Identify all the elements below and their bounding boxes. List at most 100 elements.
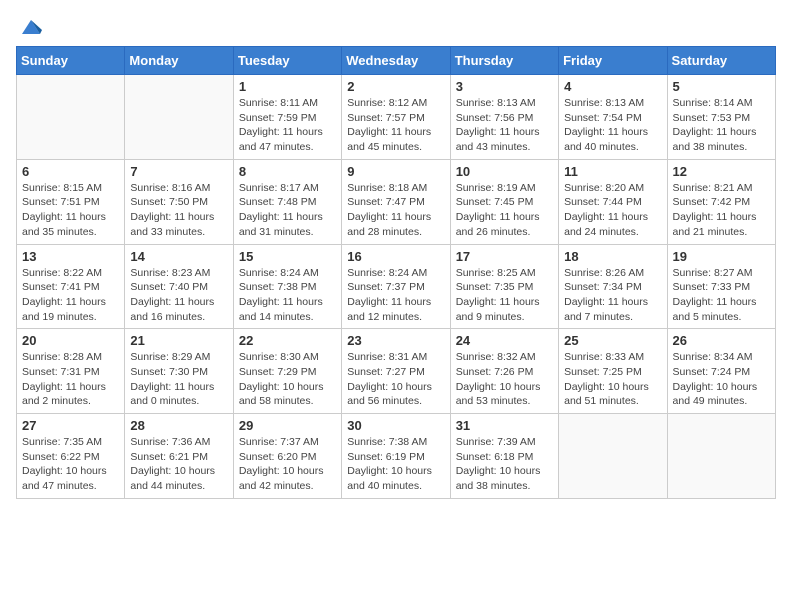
day-info: Sunrise: 7:39 AM Sunset: 6:18 PM Dayligh… xyxy=(456,435,553,494)
day-info: Sunrise: 8:23 AM Sunset: 7:40 PM Dayligh… xyxy=(130,266,227,325)
calendar-day-cell: 27Sunrise: 7:35 AM Sunset: 6:22 PM Dayli… xyxy=(17,414,125,499)
day-info: Sunrise: 8:34 AM Sunset: 7:24 PM Dayligh… xyxy=(673,350,770,409)
day-info: Sunrise: 8:14 AM Sunset: 7:53 PM Dayligh… xyxy=(673,96,770,155)
day-number: 3 xyxy=(456,79,553,94)
day-number: 9 xyxy=(347,164,444,179)
logo xyxy=(16,16,44,38)
calendar-day-cell: 5Sunrise: 8:14 AM Sunset: 7:53 PM Daylig… xyxy=(667,75,775,160)
day-info: Sunrise: 8:20 AM Sunset: 7:44 PM Dayligh… xyxy=(564,181,661,240)
day-info: Sunrise: 8:17 AM Sunset: 7:48 PM Dayligh… xyxy=(239,181,336,240)
day-number: 24 xyxy=(456,333,553,348)
day-of-week-header: Thursday xyxy=(450,47,558,75)
calendar-day-cell: 30 Sunrise: 7:38 AM Sunset: 6:19 PM Dayli… xyxy=(342,414,450,499)
calendar-day-cell xyxy=(125,75,233,160)
calendar-day-cell: 8 Sunrise: 8:17 AM Sunset: 7:48 PM Daylig… xyxy=(233,159,341,244)
day-info: Sunrise: 8:16 AM Sunset: 7:50 PM Dayligh… xyxy=(130,181,227,240)
day-number: 14 xyxy=(130,249,227,264)
calendar-week-row: 1 Sunrise: 8:11 AM Sunset: 7:59 PM Daylig… xyxy=(17,75,776,160)
day-number: 28 xyxy=(130,418,227,433)
day-info: Sunrise: 8:29 AM Sunset: 7:30 PM Dayligh… xyxy=(130,350,227,409)
calendar-day-cell xyxy=(559,414,667,499)
calendar-day-cell xyxy=(17,75,125,160)
calendar-day-cell: 1 Sunrise: 8:11 AM Sunset: 7:59 PM Daylig… xyxy=(233,75,341,160)
calendar-day-cell: 2 Sunrise: 8:12 AM Sunset: 7:57 PM Daylig… xyxy=(342,75,450,160)
day-info: Sunrise: 8:24 AM Sunset: 7:37 PM Dayligh… xyxy=(347,266,444,325)
day-number: 22 xyxy=(239,333,336,348)
calendar-day-cell: 12 Sunrise: 8:21 AM Sunset: 7:42 PM Dayli… xyxy=(667,159,775,244)
day-number: 11 xyxy=(564,164,661,179)
day-info: Sunrise: 8:13 AM Sunset: 7:54 PM Dayligh… xyxy=(564,96,661,155)
calendar-day-cell: 13 Sunrise: 8:22 AM Sunset: 7:41 PM Dayli… xyxy=(17,244,125,329)
day-of-week-header: Friday xyxy=(559,47,667,75)
day-number: 16 xyxy=(347,249,444,264)
day-number: 12 xyxy=(673,164,770,179)
day-number: 7 xyxy=(130,164,227,179)
day-number: 2 xyxy=(347,79,444,94)
day-of-week-header: Tuesday xyxy=(233,47,341,75)
day-number: 8 xyxy=(239,164,336,179)
calendar-header-row: SundayMondayTuesdayWednesdayThursdayFrid… xyxy=(17,47,776,75)
day-number: 17 xyxy=(456,249,553,264)
day-number: 27 xyxy=(22,418,119,433)
calendar-day-cell: 28 Sunrise: 7:36 AM Sunset: 6:21 PM Dayli… xyxy=(125,414,233,499)
day-number: 30 xyxy=(347,418,444,433)
day-info: Sunrise: 8:21 AM Sunset: 7:42 PM Dayligh… xyxy=(673,181,770,240)
day-info: Sunrise: 8:25 AM Sunset: 7:35 PM Dayligh… xyxy=(456,266,553,325)
day-info: Sunrise: 8:27 AM Sunset: 7:33 PM Dayligh… xyxy=(673,266,770,325)
calendar-week-row: 27Sunrise: 7:35 AM Sunset: 6:22 PM Dayli… xyxy=(17,414,776,499)
day-of-week-header: Monday xyxy=(125,47,233,75)
calendar-day-cell: 17 Sunrise: 8:25 AM Sunset: 7:35 PM Dayli… xyxy=(450,244,558,329)
day-info: Sunrise: 8:15 AM Sunset: 7:51 PM Dayligh… xyxy=(22,181,119,240)
day-info: Sunrise: 7:36 AM Sunset: 6:21 PM Dayligh… xyxy=(130,435,227,494)
day-number: 4 xyxy=(564,79,661,94)
day-info: Sunrise: 8:31 AM Sunset: 7:27 PM Dayligh… xyxy=(347,350,444,409)
calendar-day-cell: 20Sunrise: 8:28 AM Sunset: 7:31 PM Dayli… xyxy=(17,329,125,414)
calendar-day-cell: 3Sunrise: 8:13 AM Sunset: 7:56 PM Daylig… xyxy=(450,75,558,160)
day-number: 23 xyxy=(347,333,444,348)
day-number: 25 xyxy=(564,333,661,348)
calendar-day-cell: 9 Sunrise: 8:18 AM Sunset: 7:47 PM Daylig… xyxy=(342,159,450,244)
day-number: 21 xyxy=(130,333,227,348)
calendar-day-cell: 11 Sunrise: 8:20 AM Sunset: 7:44 PM Dayli… xyxy=(559,159,667,244)
day-info: Sunrise: 7:37 AM Sunset: 6:20 PM Dayligh… xyxy=(239,435,336,494)
calendar-week-row: 6 Sunrise: 8:15 AM Sunset: 7:51 PM Daylig… xyxy=(17,159,776,244)
calendar-day-cell: 4 Sunrise: 8:13 AM Sunset: 7:54 PM Daylig… xyxy=(559,75,667,160)
day-number: 29 xyxy=(239,418,336,433)
day-info: Sunrise: 8:19 AM Sunset: 7:45 PM Dayligh… xyxy=(456,181,553,240)
logo-icon xyxy=(20,16,42,38)
day-info: Sunrise: 8:26 AM Sunset: 7:34 PM Dayligh… xyxy=(564,266,661,325)
day-info: Sunrise: 8:18 AM Sunset: 7:47 PM Dayligh… xyxy=(347,181,444,240)
day-info: Sunrise: 8:24 AM Sunset: 7:38 PM Dayligh… xyxy=(239,266,336,325)
calendar-day-cell: 21 Sunrise: 8:29 AM Sunset: 7:30 PM Dayli… xyxy=(125,329,233,414)
day-info: Sunrise: 8:30 AM Sunset: 7:29 PM Dayligh… xyxy=(239,350,336,409)
calendar-day-cell: 23 Sunrise: 8:31 AM Sunset: 7:27 PM Dayli… xyxy=(342,329,450,414)
calendar-day-cell: 16 Sunrise: 8:24 AM Sunset: 7:37 PM Dayli… xyxy=(342,244,450,329)
calendar-day-cell: 22 Sunrise: 8:30 AM Sunset: 7:29 PM Dayli… xyxy=(233,329,341,414)
calendar-day-cell: 19 Sunrise: 8:27 AM Sunset: 7:33 PM Dayli… xyxy=(667,244,775,329)
day-of-week-header: Wednesday xyxy=(342,47,450,75)
day-info: Sunrise: 8:33 AM Sunset: 7:25 PM Dayligh… xyxy=(564,350,661,409)
calendar-day-cell: 6 Sunrise: 8:15 AM Sunset: 7:51 PM Daylig… xyxy=(17,159,125,244)
day-info: Sunrise: 8:12 AM Sunset: 7:57 PM Dayligh… xyxy=(347,96,444,155)
day-info: Sunrise: 7:38 AM Sunset: 6:19 PM Dayligh… xyxy=(347,435,444,494)
day-number: 6 xyxy=(22,164,119,179)
calendar-day-cell: 25 Sunrise: 8:33 AM Sunset: 7:25 PM Dayli… xyxy=(559,329,667,414)
calendar-day-cell: 24 Sunrise: 8:32 AM Sunset: 7:26 PM Dayli… xyxy=(450,329,558,414)
calendar-week-row: 13 Sunrise: 8:22 AM Sunset: 7:41 PM Dayli… xyxy=(17,244,776,329)
calendar-day-cell: 31Sunrise: 7:39 AM Sunset: 6:18 PM Dayli… xyxy=(450,414,558,499)
calendar-day-cell: 26Sunrise: 8:34 AM Sunset: 7:24 PM Dayli… xyxy=(667,329,775,414)
page-header xyxy=(16,16,776,38)
calendar-day-cell: 7 Sunrise: 8:16 AM Sunset: 7:50 PM Daylig… xyxy=(125,159,233,244)
day-info: Sunrise: 8:11 AM Sunset: 7:59 PM Dayligh… xyxy=(239,96,336,155)
day-number: 13 xyxy=(22,249,119,264)
day-number: 1 xyxy=(239,79,336,94)
day-number: 19 xyxy=(673,249,770,264)
day-info: Sunrise: 8:22 AM Sunset: 7:41 PM Dayligh… xyxy=(22,266,119,325)
calendar-week-row: 20Sunrise: 8:28 AM Sunset: 7:31 PM Dayli… xyxy=(17,329,776,414)
calendar-day-cell: 10 Sunrise: 8:19 AM Sunset: 7:45 PM Dayli… xyxy=(450,159,558,244)
calendar-day-cell: 29 Sunrise: 7:37 AM Sunset: 6:20 PM Dayli… xyxy=(233,414,341,499)
day-info: Sunrise: 8:32 AM Sunset: 7:26 PM Dayligh… xyxy=(456,350,553,409)
day-number: 10 xyxy=(456,164,553,179)
calendar-table: SundayMondayTuesdayWednesdayThursdayFrid… xyxy=(16,46,776,499)
day-info: Sunrise: 8:28 AM Sunset: 7:31 PM Dayligh… xyxy=(22,350,119,409)
